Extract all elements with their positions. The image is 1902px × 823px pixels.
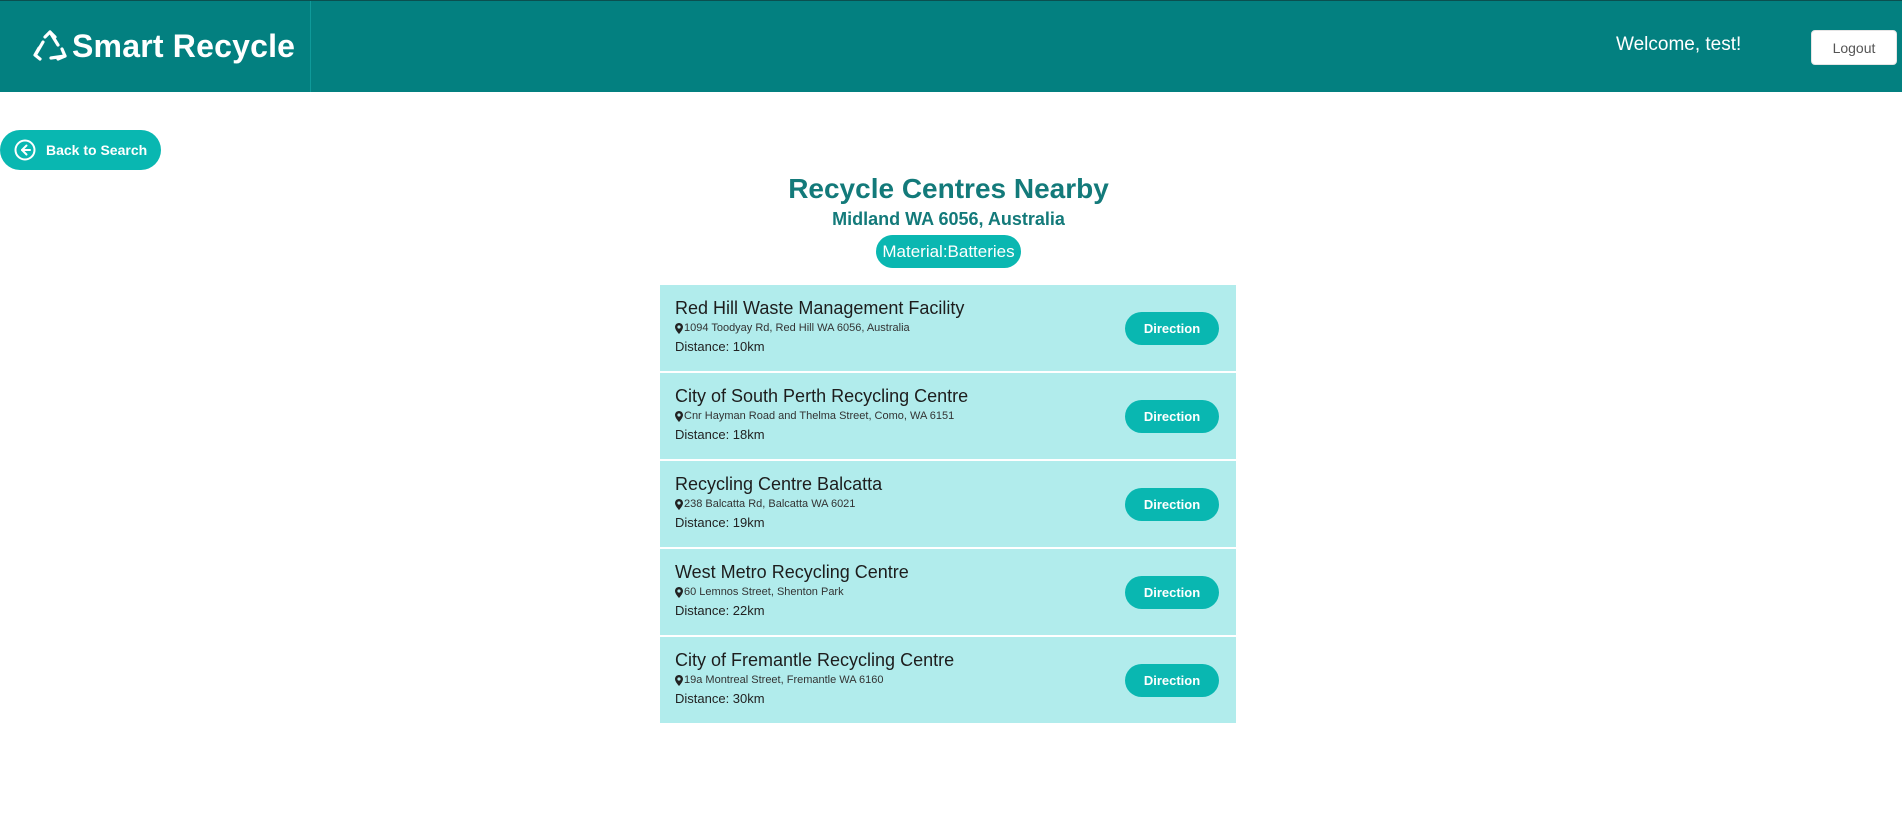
direction-button[interactable]: Direction xyxy=(1125,576,1219,609)
result-item: City of South Perth Recycling Centre Cnr… xyxy=(660,373,1236,459)
material-badge: Material:Batteries xyxy=(876,235,1021,268)
search-location: Midland WA 6056, Australia xyxy=(832,209,1065,229)
map-pin-icon xyxy=(675,498,683,510)
brand-name: Smart Recycle xyxy=(72,28,296,64)
page-title: Recycle Centres Nearby xyxy=(788,173,1109,204)
result-item: West Metro Recycling Centre 60 Lemnos St… xyxy=(660,549,1236,635)
result-address-text: 60 Lemnos Street, Shenton Park xyxy=(684,586,844,598)
map-pin-icon xyxy=(675,674,683,686)
arrow-left-circle-icon xyxy=(14,139,36,161)
map-pin-icon xyxy=(675,410,683,422)
result-address-text: 238 Balcatta Rd, Balcatta WA 6021 xyxy=(684,498,856,510)
result-item: City of Fremantle Recycling Centre 19a M… xyxy=(660,637,1236,723)
result-item: Red Hill Waste Management Facility 1094 … xyxy=(660,285,1236,371)
results-list: Red Hill Waste Management Facility 1094 … xyxy=(660,285,1236,725)
results-header: Recycle Centres Nearby Midland WA 6056, … xyxy=(0,170,1897,268)
welcome-message: Welcome, test! xyxy=(1616,34,1742,55)
direction-button[interactable]: Direction xyxy=(1125,312,1219,345)
result-address-text: 19a Montreal Street, Fremantle WA 6160 xyxy=(684,674,884,686)
map-pin-icon xyxy=(675,586,683,598)
map-pin-icon xyxy=(675,322,683,334)
back-to-search-button[interactable]: Back to Search xyxy=(0,130,161,170)
direction-button[interactable]: Direction xyxy=(1125,664,1219,697)
back-to-search-label: Back to Search xyxy=(46,142,148,158)
top-navbar: Smart Recycle Welcome, test! Logout xyxy=(0,0,1902,92)
result-address-text: Cnr Hayman Road and Thelma Street, Como,… xyxy=(684,410,955,422)
direction-button[interactable]: Direction xyxy=(1125,400,1219,433)
result-address-text: 1094 Toodyay Rd, Red Hill WA 6056, Austr… xyxy=(684,322,910,334)
logout-button[interactable]: Logout xyxy=(1811,30,1897,65)
recycle-icon xyxy=(32,29,68,65)
result-item: Recycling Centre Balcatta 238 Balcatta R… xyxy=(660,461,1236,547)
direction-button[interactable]: Direction xyxy=(1125,488,1219,521)
brand-logo[interactable]: Smart Recycle xyxy=(0,1,311,92)
